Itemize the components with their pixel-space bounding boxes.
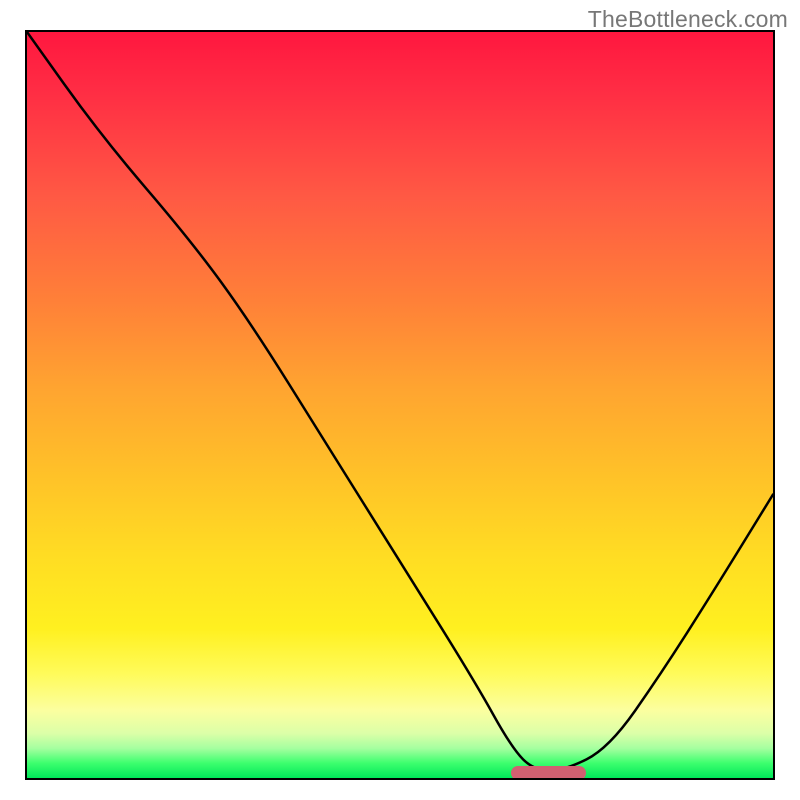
- watermark-label: TheBottleneck.com: [588, 6, 788, 33]
- optimal-range-bar: [511, 766, 586, 780]
- bottleneck-curve: [27, 32, 773, 778]
- bottleneck-chart: [25, 30, 775, 780]
